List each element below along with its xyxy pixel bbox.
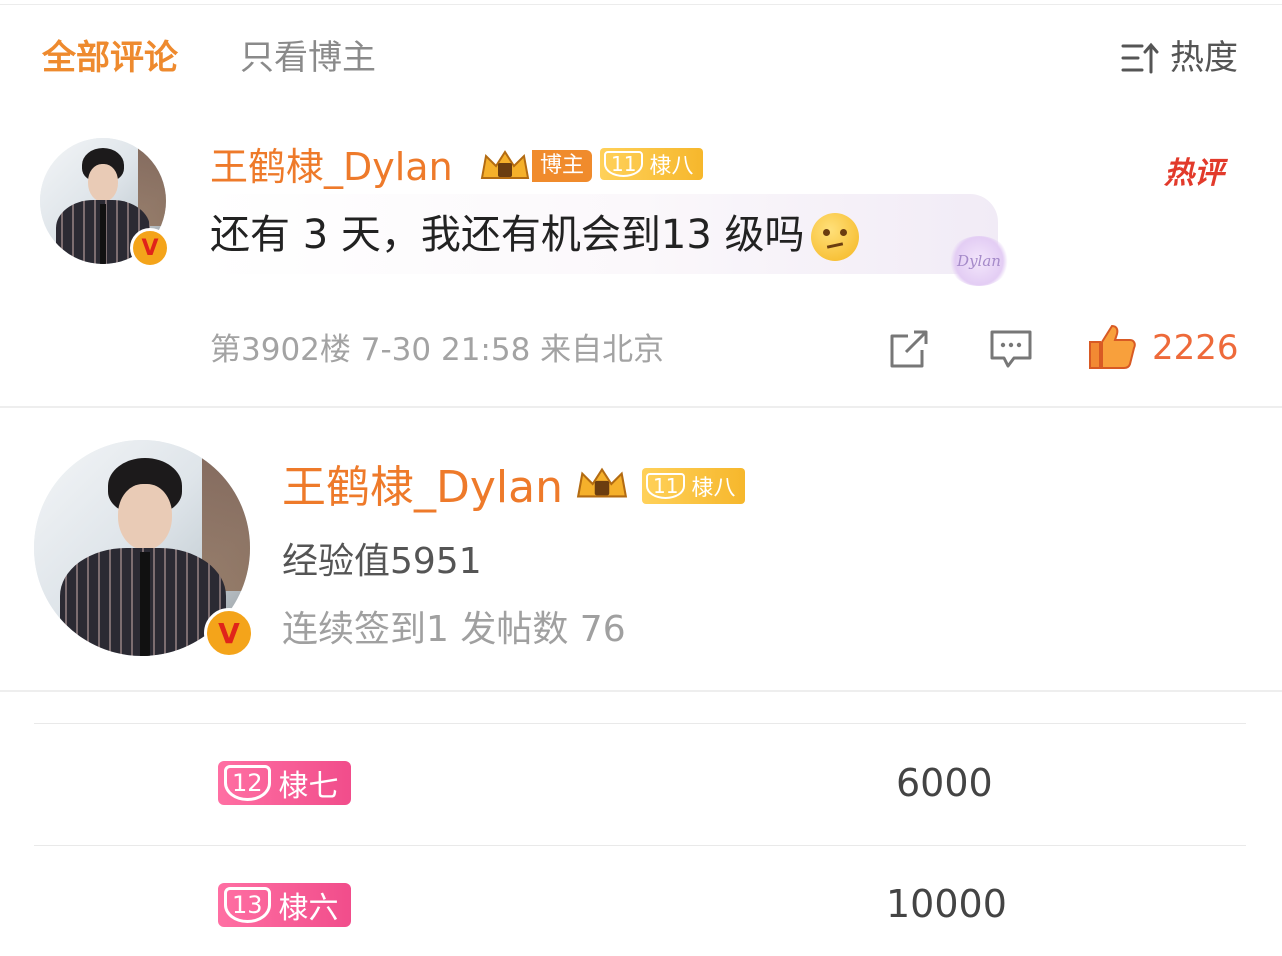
verified-badge-icon: V [130, 228, 170, 268]
section-divider [0, 406, 1282, 408]
level-row-tag: 13 棣六 [218, 882, 351, 928]
profile-fan-level-title: 棣八 [691, 476, 736, 501]
level-number: 12 [224, 765, 271, 801]
hot-comment-label: 热评 [1164, 156, 1224, 191]
comment-text-body: 还有 3 天，我还有机会到13 级吗 [210, 212, 805, 258]
comment-text[interactable]: 还有 3 天，我还有机会到13 级吗 [210, 208, 859, 262]
bubble-decoration-logo: Dylan [948, 236, 1010, 286]
author-badge: 博主 [478, 148, 593, 184]
level-title: 棣六 [278, 891, 339, 926]
crown-icon [480, 150, 530, 179]
comment-username[interactable]: 王鹤棣_Dylan [210, 142, 453, 192]
comment-time: 7-30 21:58 [360, 332, 531, 368]
tab-author-only[interactable]: 只看博主 [240, 36, 376, 80]
like-thumb-icon[interactable] [1086, 322, 1138, 372]
profile-fan-level-badge: 11 棣八 [642, 468, 746, 504]
author-tag: 博主 [532, 150, 593, 182]
table-rule [34, 845, 1246, 846]
sort-button[interactable]: 热度 [1120, 36, 1238, 80]
section-divider [0, 690, 1282, 692]
fan-level-title: 棣八 [649, 154, 694, 179]
comment-location: 来自北京 [540, 332, 665, 368]
thinking-emoji-icon [810, 213, 859, 261]
comment-meta: 第3902楼 7-30 21:58 来自北京 [210, 330, 664, 370]
sort-label: 热度 [1170, 38, 1238, 78]
profile-verified-badge-icon: V [204, 608, 254, 658]
level-number: 13 [224, 887, 271, 923]
table-rule [34, 723, 1246, 724]
fan-level-number: 11 [604, 151, 644, 177]
profile-fan-level-number: 11 [646, 473, 686, 499]
crown-icon [576, 467, 628, 498]
level-points: 10000 [886, 882, 1007, 926]
tab-all-comments[interactable]: 全部评论 [42, 36, 178, 80]
level-points: 6000 [896, 761, 993, 805]
level-row-tag: 12 棣七 [218, 760, 351, 806]
reply-icon[interactable] [988, 326, 1034, 372]
bubble-decoration-text: Dylan [957, 252, 1001, 270]
share-icon[interactable] [886, 326, 932, 372]
profile-crown-badge [574, 464, 630, 504]
top-divider [0, 4, 1282, 5]
profile-username[interactable]: 王鹤棣_Dylan [282, 460, 563, 516]
like-count: 2226 [1152, 328, 1239, 368]
sort-icon [1121, 42, 1159, 74]
level-title: 棣七 [278, 769, 339, 804]
floor-number: 第3902楼 [210, 332, 351, 368]
checkin-post-stats: 连续签到1 发帖数 76 [282, 609, 626, 650]
fan-level-badge: 11 棣八 [600, 148, 704, 180]
experience-points: 经验值5951 [282, 541, 482, 582]
